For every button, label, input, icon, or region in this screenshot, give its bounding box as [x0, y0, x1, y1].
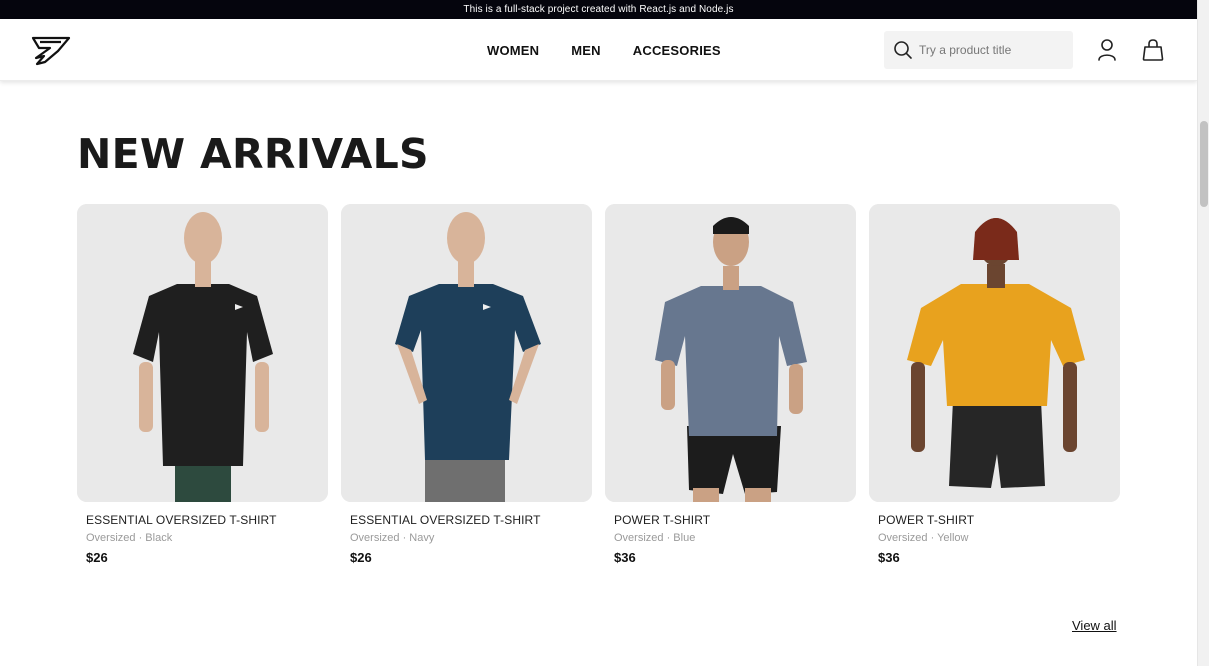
product-variant: Oversized · Blue [614, 532, 696, 544]
search-input[interactable] [919, 43, 1059, 57]
main-nav: WOMEN MEN ACCESORIES [487, 19, 721, 81]
nav-accessories[interactable]: ACCESORIES [633, 43, 721, 58]
product-image[interactable] [341, 204, 592, 502]
product-grid: ESSENTIAL OVERSIZED T-SHIRT Oversized · … [77, 204, 1120, 565]
announcement-bar: This is a full-stack project created wit… [0, 0, 1197, 19]
nav-men[interactable]: MEN [571, 43, 601, 58]
product-card[interactable]: ESSENTIAL OVERSIZED T-SHIRT Oversized · … [77, 204, 328, 565]
product-name[interactable]: POWER T-SHIRT [878, 513, 1120, 527]
product-name[interactable]: ESSENTIAL OVERSIZED T-SHIRT [350, 513, 592, 527]
search-box[interactable] [884, 31, 1073, 69]
product-name[interactable]: ESSENTIAL OVERSIZED T-SHIRT [86, 513, 328, 527]
product-variant: Oversized · Black [86, 532, 173, 544]
product-price: $26 [86, 550, 108, 565]
product-price: $36 [878, 550, 900, 565]
product-image[interactable] [77, 204, 328, 502]
view-all-link[interactable]: View all [1072, 618, 1117, 633]
shopping-bag-icon[interactable] [1142, 38, 1164, 62]
nav-women[interactable]: WOMEN [487, 43, 539, 58]
product-variant: Oversized · Navy [350, 532, 435, 544]
product-image[interactable] [869, 204, 1120, 502]
page-scrollbar[interactable] [1197, 0, 1209, 666]
scrollbar-thumb[interactable] [1200, 121, 1208, 207]
product-variant: Oversized · Yellow [878, 532, 969, 544]
product-card[interactable]: POWER T-SHIRT Oversized · Yellow $36 [869, 204, 1120, 565]
user-icon[interactable] [1096, 38, 1118, 62]
product-price: $26 [350, 550, 372, 565]
product-image[interactable] [605, 204, 856, 502]
model-photo [341, 204, 592, 502]
product-card[interactable]: POWER T-SHIRT Oversized · Blue $36 [605, 204, 856, 565]
product-card[interactable]: ESSENTIAL OVERSIZED T-SHIRT Oversized · … [341, 204, 592, 565]
model-photo [869, 204, 1120, 502]
page: This is a full-stack project created wit… [0, 0, 1197, 666]
announcement-text: This is a full-stack project created wit… [463, 4, 734, 15]
section-title: NEW ARRIVALS [77, 130, 429, 178]
search-icon[interactable] [893, 40, 913, 60]
product-name[interactable]: POWER T-SHIRT [614, 513, 856, 527]
model-photo [77, 204, 328, 502]
product-price: $36 [614, 550, 636, 565]
model-photo [605, 204, 856, 502]
brand-logo-icon[interactable] [31, 34, 71, 66]
site-header: WOMEN MEN ACCESORIES [0, 19, 1197, 81]
